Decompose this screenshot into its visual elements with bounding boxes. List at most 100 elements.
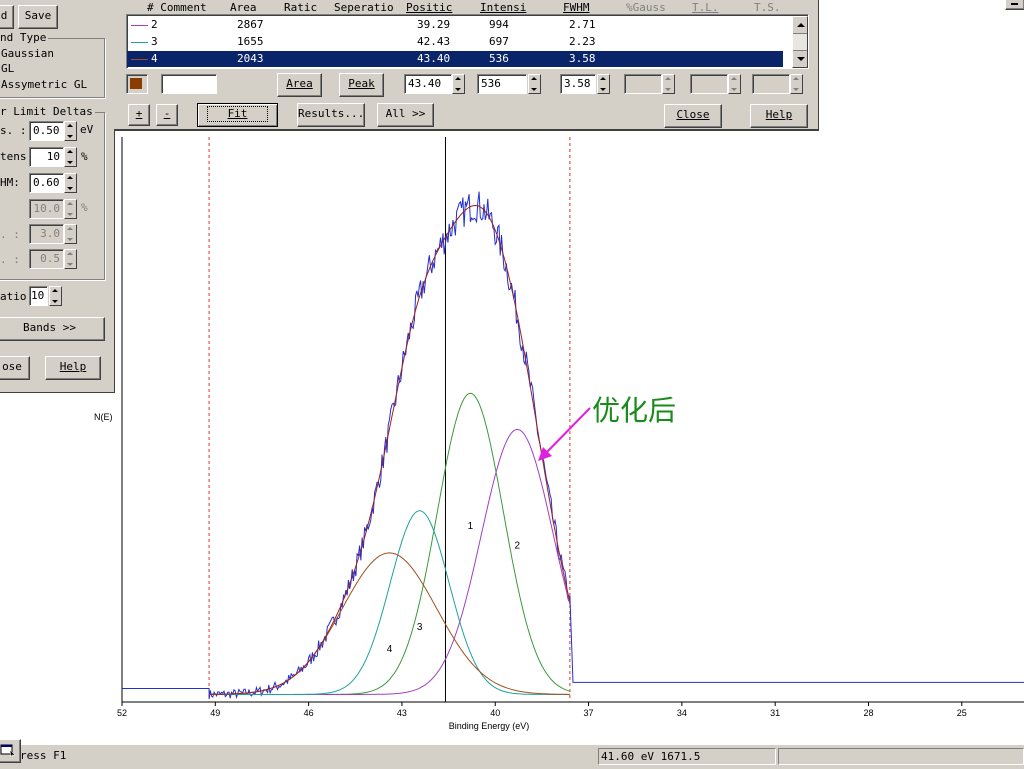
peak-button[interactable]: Peak xyxy=(339,73,384,97)
x-tick-label: 52 xyxy=(117,708,127,718)
tl-field xyxy=(690,74,728,94)
help-button-left[interactable]: Help xyxy=(45,356,101,380)
limit-label-ts: . : xyxy=(0,253,20,266)
window-icon xyxy=(0,744,16,757)
ratio-label: atio xyxy=(0,290,27,303)
fit-button[interactable]: Fit xyxy=(197,103,278,127)
ts-spinner xyxy=(790,74,803,94)
status-coords: 41.60 eV 1671.5 xyxy=(598,748,776,765)
band-row-intensity: 536 xyxy=(489,52,509,65)
limit-label-intensity: tens xyxy=(0,150,27,163)
x-tick-label: 46 xyxy=(304,708,314,718)
fwhm-field[interactable]: 3.58 xyxy=(560,74,596,94)
peak-label-3: 3 xyxy=(417,622,423,633)
band-type-gaussian[interactable]: Gaussian xyxy=(1,47,54,60)
band-row-position: 42.43 xyxy=(417,35,451,48)
area-button-label: Area xyxy=(286,77,313,90)
limit-gauss-value: 10.0 xyxy=(33,202,61,215)
band-row-number: 2 xyxy=(151,18,158,31)
y-axis-label: N(E) xyxy=(94,412,113,422)
limit-tl-value: 3.0 xyxy=(40,227,60,240)
limit-fwhm-spinner[interactable] xyxy=(64,173,77,193)
band-color-swatch xyxy=(130,78,142,89)
status-hint-text: ress F1 xyxy=(20,749,67,762)
band-color-swatch-frame[interactable] xyxy=(126,74,148,94)
position-field[interactable]: 43.40 xyxy=(404,74,452,94)
band-comment-field[interactable] xyxy=(161,74,217,94)
col-header-separation: Seperatio xyxy=(334,1,394,14)
band-type-asym-gl[interactable]: Assymetric GL xyxy=(1,78,87,91)
band-table-panel: # Comment Area Ratic Seperatio Positic I… xyxy=(114,0,819,131)
status-extra xyxy=(778,748,1024,765)
x-axis-label: Binding Energy (eV) xyxy=(449,721,530,731)
component-peak-3 xyxy=(209,510,570,695)
band-list-scrollbar[interactable] xyxy=(792,16,808,68)
load-button[interactable]: d xyxy=(0,5,14,29)
x-tick-label: 37 xyxy=(584,708,594,718)
band-row-area: 2043 xyxy=(237,52,264,65)
col-header-intensity: Intensi xyxy=(480,1,527,14)
results-button[interactable]: Results... xyxy=(297,103,365,127)
component-peak-4 xyxy=(209,552,570,695)
limit-ts-field: 0.5 xyxy=(29,249,64,269)
limit-label-tl: . : xyxy=(0,228,20,241)
gauss-spinner xyxy=(662,74,675,94)
band-row-number: 3 xyxy=(151,35,158,48)
limit-unit-ev: eV xyxy=(80,123,94,136)
close-button[interactable]: Close xyxy=(664,104,722,128)
limit-tl-field: 3.0 xyxy=(29,224,64,244)
limit-ts-spinner xyxy=(64,249,77,269)
col-header-tl: T.L. xyxy=(692,1,719,14)
band-type-gl[interactable]: GL xyxy=(1,62,14,75)
minimize-button[interactable] xyxy=(1005,0,1024,10)
all-button[interactable]: All >> xyxy=(377,103,434,127)
fwhm-spinner[interactable] xyxy=(597,74,610,94)
col-header-ratio: Ratic xyxy=(284,1,318,14)
fit-envelope-line xyxy=(209,204,571,695)
ratio-field[interactable]: 10 xyxy=(29,286,48,306)
limit-intensity-spinner[interactable] xyxy=(64,147,77,167)
help-button[interactable]: Help xyxy=(750,104,808,128)
band-row-position: 43.40 xyxy=(417,52,451,65)
help-button-label: Help xyxy=(765,108,793,121)
save-button[interactable]: Save xyxy=(18,5,58,29)
ts-field xyxy=(752,74,790,94)
x-tick-label: 40 xyxy=(490,708,500,718)
position-spinner[interactable] xyxy=(452,74,465,94)
close-button-left[interactable]: ose xyxy=(0,356,30,380)
intensity-spinner[interactable] xyxy=(528,74,541,94)
bands-button[interactable]: Bands >> xyxy=(0,317,105,341)
col-header-gauss: %Gauss xyxy=(626,1,666,14)
col-header-comment: # Comment xyxy=(147,1,207,14)
limit-ts-value: 0.5 xyxy=(40,252,60,265)
add-band-button[interactable]: + xyxy=(128,104,150,126)
band-row[interactable]: 3 1655 42.43 697 2.23 xyxy=(127,34,783,50)
limit-gauss-spinner xyxy=(64,199,77,219)
minimize-icon xyxy=(1011,3,1018,5)
band-settings-panel: d Save nd Type Gaussian GL Assymetric GL… xyxy=(0,0,115,393)
limit-unit-percent-2: % xyxy=(81,201,88,214)
band-row-area: 2867 xyxy=(237,18,264,31)
x-tick-label: 25 xyxy=(957,708,967,718)
band-row-intensity: 994 xyxy=(489,18,509,31)
limit-fwhm-field[interactable]: 0.60 xyxy=(29,173,64,193)
ratio-spinner[interactable] xyxy=(49,286,62,306)
x-tick-label: 43 xyxy=(397,708,407,718)
limit-label-position: s. : xyxy=(0,124,27,137)
band-row[interactable]: 4 2043 43.40 536 3.58 xyxy=(127,51,783,67)
gauss-field xyxy=(624,74,662,94)
band-row[interactable]: 2 2867 39.29 994 2.71 xyxy=(127,17,783,33)
remove-band-button[interactable]: - xyxy=(156,104,178,126)
limit-position-field[interactable]: 0.50 xyxy=(29,121,64,141)
limit-intensity-field[interactable]: 10 xyxy=(29,147,64,167)
raw-spectrum-line xyxy=(122,191,1024,700)
limit-position-spinner[interactable] xyxy=(64,121,77,141)
annotation-text: 优化后 xyxy=(592,394,676,427)
col-header-area: Area xyxy=(230,1,257,14)
intensity-field[interactable]: 536 xyxy=(477,74,527,94)
area-button[interactable]: Area xyxy=(277,73,322,97)
close-button-label: Close xyxy=(676,108,710,121)
col-header-ts: T.S. xyxy=(754,1,781,14)
taskbar-window-button[interactable] xyxy=(0,739,21,763)
limit-deltas-title: r Limit Deltas xyxy=(0,105,95,118)
